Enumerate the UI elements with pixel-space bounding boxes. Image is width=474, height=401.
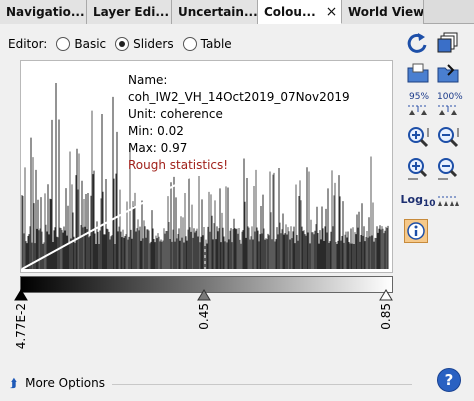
tab-label: Uncertain...	[178, 5, 258, 19]
tab-label: Layer Edi...	[93, 5, 170, 19]
distribute-95-button[interactable]	[405, 100, 431, 118]
tab-uncertainty[interactable]: Uncertain...	[172, 0, 258, 24]
radio-basic[interactable]: Basic	[56, 37, 106, 51]
info-icon	[407, 222, 425, 240]
copy-layers-icon	[437, 32, 458, 53]
save-icon	[437, 64, 459, 83]
tab-world-view[interactable]: World View	[342, 0, 424, 24]
refresh-icon	[407, 33, 427, 53]
radio-button[interactable]	[182, 37, 197, 51]
tab-label: Navigatio...	[6, 5, 85, 19]
zoom-in-vertical-icon	[408, 127, 429, 148]
band-name: Name: coh_IW2_VH_14Oct2019_07Nov2019	[128, 73, 350, 104]
tab-label: Colou...	[264, 4, 316, 19]
zoom-in-horizontal-icon	[408, 158, 428, 180]
tab-layer-editor[interactable]: Layer Edi...	[87, 0, 172, 24]
radio-button[interactable]	[56, 37, 71, 51]
radio-sliders[interactable]: Sliders	[115, 37, 174, 51]
distribute-evenly-button[interactable]	[435, 188, 461, 214]
image-statistics: Name: coh_IW2_VH_14Oct2019_07Nov2019 Uni…	[128, 72, 392, 174]
zoom-in-vertical-button[interactable]	[405, 124, 431, 150]
distribute-evenly-icon	[438, 196, 459, 206]
histogram-plot[interactable]: Name: coh_IW2_VH_14Oct2019_07Nov2019 Uni…	[20, 60, 393, 273]
slider-markers	[14, 289, 393, 301]
close-icon[interactable]: ×	[326, 4, 338, 20]
zoom-out-vertical-button[interactable]	[435, 124, 461, 150]
footer-divider	[112, 384, 412, 385]
log-subscript: 10	[422, 199, 436, 210]
editor-mode-row: Editor: Basic Sliders Table	[8, 34, 232, 54]
tab-bar: Navigatio... Layer Edi... Uncertain... C…	[0, 0, 474, 24]
editor-label: Editor:	[8, 37, 48, 51]
slider-max-marker[interactable]	[379, 289, 393, 301]
radio-button[interactable]	[115, 37, 130, 51]
tab-label: World View	[348, 5, 424, 19]
zoom-out-horizontal-icon	[438, 158, 458, 180]
multi-apply-button[interactable]	[435, 30, 461, 56]
import-button[interactable]	[405, 60, 431, 86]
chevron-up-icon: ⮭	[10, 375, 18, 390]
help-icon: ?	[444, 371, 454, 389]
zoom-out-horizontal-button[interactable]	[435, 156, 461, 182]
slider-mid-value[interactable]: 0.45	[197, 303, 211, 330]
radio-label: Table	[200, 37, 232, 51]
band-unit: Unit: coherence	[128, 107, 223, 121]
slider-min-value[interactable]: 4.77E-2	[14, 303, 28, 349]
radio-label: Basic	[74, 37, 107, 51]
zoom-out-vertical-icon	[438, 127, 459, 148]
slider-max-value[interactable]: 0.85	[379, 303, 393, 330]
tab-navigation[interactable]: Navigatio...	[0, 0, 87, 24]
radio-label: Sliders	[133, 37, 174, 51]
log-icon: Log10	[401, 193, 436, 209]
slider-mid-marker[interactable]	[197, 289, 211, 301]
reset-defaults-button[interactable]	[405, 30, 431, 56]
log-scale-toggle[interactable]: Log10	[401, 188, 436, 214]
rough-statistics-warning: Rough statistics!	[128, 158, 229, 172]
more-options-toggle[interactable]: ⮭ More Options	[10, 373, 105, 393]
slider-min-marker[interactable]	[14, 289, 28, 301]
more-options-label: More Options	[25, 376, 105, 390]
band-max: Max: 0.97	[128, 141, 188, 155]
radio-table[interactable]: Table	[182, 37, 232, 51]
band-min: Min: 0.02	[128, 124, 184, 138]
export-button[interactable]	[435, 60, 461, 86]
zoom-in-horizontal-button[interactable]	[405, 156, 431, 182]
log-label: Log	[400, 192, 423, 206]
distribute-icon	[408, 105, 428, 115]
more-info-toggle[interactable]	[404, 219, 428, 243]
distribute-100-button[interactable]	[435, 100, 461, 118]
distribute-icon	[438, 105, 458, 115]
help-button[interactable]: ?	[437, 368, 461, 392]
open-folder-icon	[407, 63, 429, 83]
tab-colour-manipulation[interactable]: Colou... ×	[258, 0, 342, 24]
